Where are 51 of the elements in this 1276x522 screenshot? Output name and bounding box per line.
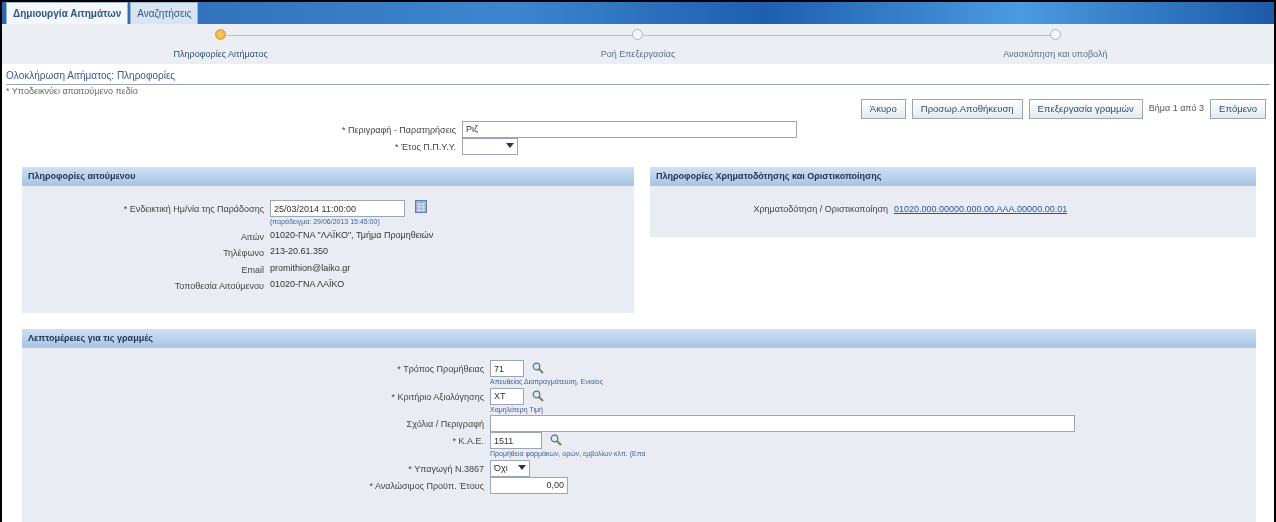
number-field[interactable]: 0,00 (490, 476, 568, 494)
field-label: Τηλέφωνο (222, 247, 264, 261)
account-link[interactable]: 01020.000.00000.000.00.ΑΑΑ.00000.00.01 (894, 200, 1068, 217)
field-label: Σχόλια / Περιγραφή (405, 418, 484, 432)
text-field[interactable] (490, 415, 1075, 433)
field-label: * Έτος Π.Π.Υ.Υ. (393, 140, 456, 154)
section-title: Λεπτομέρειες για τις γραμμές (22, 328, 1256, 349)
field-label: * Τρόπος Προμήθειας (396, 363, 484, 377)
text-field[interactable]: ΧΤ (490, 387, 524, 405)
page-title: Ολοκλήρωση Αιτήματος: Πληροφορίες (6, 68, 1270, 85)
search-icon[interactable] (532, 362, 544, 375)
field-label: * Αναλώσιμος Προϋπ. Έτους (368, 479, 484, 493)
step-marker[interactable] (215, 29, 227, 40)
action-button[interactable]: Επεξεργασία γραμμών (1028, 98, 1143, 119)
caret-icon (518, 465, 526, 472)
section-title: Πληροφορίες αιτούμενου (22, 166, 634, 187)
field-label: Τοποθεσία Αιτούμενου (173, 280, 264, 294)
action-button[interactable]: Άκυρο (860, 98, 906, 119)
field-value: 213-20.61.350 (270, 245, 329, 259)
field-label: Αιτών (240, 230, 264, 244)
date-field[interactable]: 25/03/2014 11:00:00 (270, 200, 405, 218)
field-label: * Ενδεικτική Ημ/νία της Παράδοσης (122, 203, 264, 217)
step-label[interactable]: Ανασκόπηση και υποβολή (1003, 48, 1108, 62)
action-button[interactable]: Προσωρ.Αποθήκευση (911, 98, 1023, 119)
field-label: * Υπαγωγή Ν.3867 (407, 462, 484, 476)
step-marker[interactable] (632, 29, 644, 40)
field-value: promithion@laiko.gr (270, 261, 351, 275)
text-field[interactable]: Ριζ (462, 120, 797, 138)
step-marker[interactable] (1049, 29, 1061, 40)
text-field[interactable]: 71 (490, 360, 524, 378)
search-icon[interactable] (550, 434, 562, 447)
text-field[interactable]: 1511 (490, 432, 542, 450)
field-label: Χρηματοδότηση / Οριστικοποίηση (752, 203, 888, 217)
action-button[interactable]: Επόμενο (1210, 98, 1266, 119)
tab[interactable]: Αναζητήσεις (130, 2, 199, 24)
calendar-icon[interactable] (415, 200, 427, 214)
tab[interactable]: Δημιουργία Αιτημάτων (6, 2, 129, 24)
section-title: Πληροφορίες Χρηματοδότησης και Οριστικοποίησης (650, 166, 1256, 187)
field-label: Email (240, 263, 264, 277)
field-label: * Περιγραφή - Παρατηρήσεις (341, 123, 456, 137)
field-value: 01020-ΓΝΑ ΛΑΪΚΟ (270, 278, 345, 292)
step-count: Βήμα 1 από 3 (1148, 101, 1205, 115)
field-label: * Κ.Α.Ε. (451, 435, 484, 449)
required-note: * Υποδεικνύει απαιτούμενο πεδίο (6, 85, 139, 98)
step-label[interactable]: Ροή Επεξεργασίας (600, 48, 676, 62)
field-label: * Κριτήριο Αξιολόγησης (390, 390, 484, 404)
step-label[interactable]: Πληροφορίες Αιτήματος (173, 48, 268, 62)
search-icon[interactable] (532, 389, 544, 402)
dropdown[interactable]: Όχι (490, 459, 530, 477)
field-value: 01020-ΓΝΑ "ΛΑΪΚΟ", Τμήμα Προμηθειών (270, 228, 434, 242)
caret-icon (506, 143, 514, 150)
